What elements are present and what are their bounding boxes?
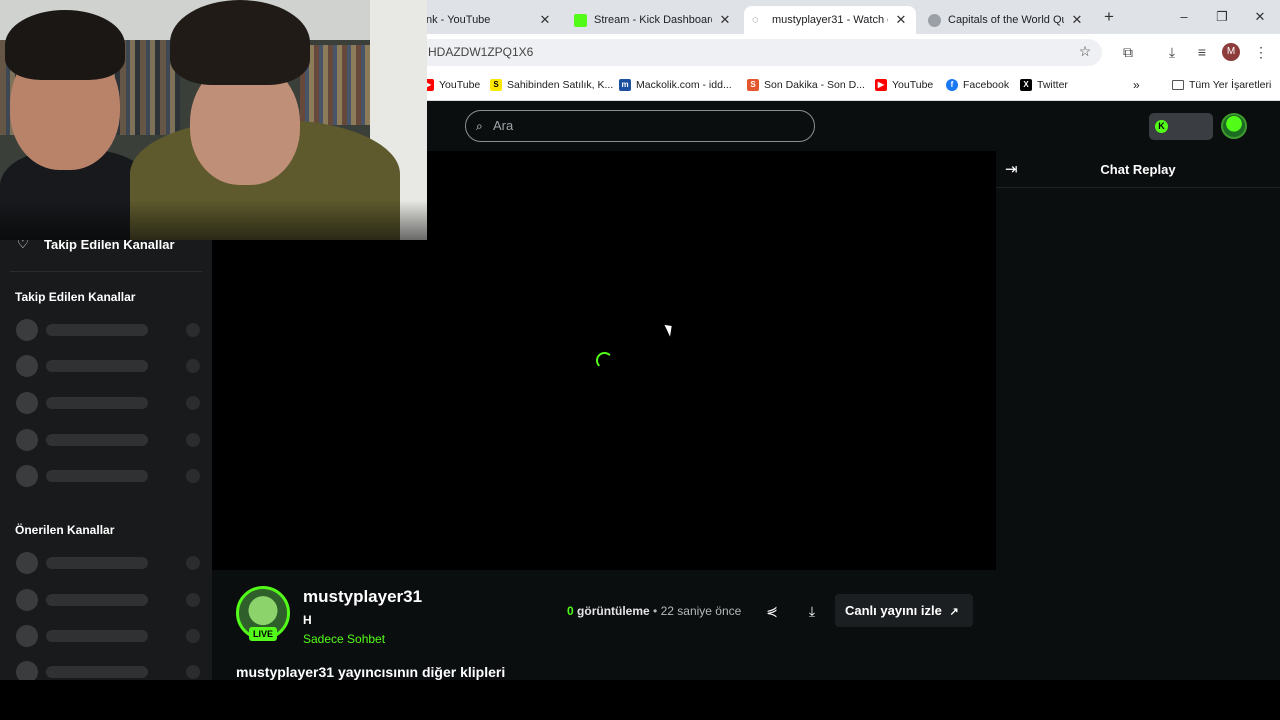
browser-menu-icon[interactable]: ⋮	[1251, 42, 1271, 62]
bookmark-twitter[interactable]: X Twitter	[1020, 77, 1068, 93]
kick-icon	[574, 13, 587, 27]
close-tab-icon[interactable]: ✕	[894, 12, 908, 28]
channel-skeleton	[16, 319, 202, 341]
tab-capitals-quiz[interactable]: Capitals of the World Quiz ✕	[920, 6, 1092, 34]
category-link[interactable]: Sadece Sohbet	[303, 632, 385, 646]
bookmark-facebook[interactable]: f Facebook	[946, 77, 1009, 93]
tab-title: Capitals of the World Quiz	[948, 14, 1064, 26]
channel-skeleton	[16, 625, 202, 647]
bookmark-sondakika[interactable]: S Son Dakika - Son D...	[747, 77, 865, 93]
view-label: görüntüleme	[577, 604, 650, 618]
clip-title: H	[303, 613, 312, 627]
channel-skeleton	[16, 392, 202, 414]
loading-icon: ◌	[752, 13, 759, 26]
profile-avatar[interactable]: M	[1222, 43, 1240, 61]
bookmark-label: Mackolik.com - idd...	[636, 79, 732, 91]
download-icon[interactable]: ⤓	[1162, 42, 1182, 62]
tab-title: nk - YouTube	[426, 14, 491, 26]
time-ago: 22 saniye önce	[660, 604, 742, 618]
external-link-icon: ↗	[949, 606, 959, 618]
minimize-icon[interactable]: –	[1172, 7, 1196, 27]
channel-skeleton	[16, 552, 202, 574]
tab-title: mustyplayer31 - Watch clip	[772, 14, 888, 26]
channel-skeleton	[16, 589, 202, 611]
bookmark-label: Son Dakika - Son D...	[764, 79, 865, 91]
bookmark-label: Facebook	[963, 79, 1010, 91]
user-avatar[interactable]	[1221, 113, 1247, 139]
webcam-shadow	[0, 200, 427, 240]
youtube-icon: ▶	[875, 79, 887, 91]
new-tab-icon[interactable]: +	[1097, 7, 1121, 27]
screen: nk - YouTube ✕ Stream - Kick Dashboard ✕…	[0, 0, 1280, 720]
view-count: 0	[567, 604, 574, 618]
media-control-icon[interactable]: ≡	[1192, 42, 1212, 62]
url-text: HDAZDW1ZPQ1X6	[428, 45, 534, 59]
divider	[10, 271, 202, 272]
kick-wallet-button[interactable]: K	[1149, 113, 1213, 140]
more-clips-heading: mustyplayer31 yayıncısının diğer klipler…	[236, 664, 506, 680]
tab-kick-dashboard[interactable]: Stream - Kick Dashboard ✕	[566, 6, 740, 34]
mackolik-icon: m	[619, 79, 631, 91]
recommended-channels-heading: Önerilen Kanallar	[15, 523, 115, 537]
bookmark-label: Twitter	[1037, 79, 1068, 91]
bookmark-youtube-2[interactable]: ▶ YouTube	[875, 77, 933, 93]
webcam-bookshelf	[300, 45, 375, 125]
bookmark-sahibinden[interactable]: S Sahibinden Satılık, K...	[490, 77, 613, 93]
bookmark-label: Sahibinden Satılık, K...	[507, 79, 614, 91]
loading-spinner-icon	[596, 352, 613, 369]
search-input[interactable]: ⌕ Ara	[465, 110, 815, 142]
extensions-icon[interactable]: ⧉	[1118, 42, 1138, 62]
bookmark-label: YouTube	[439, 79, 481, 91]
collapse-chat-icon[interactable]: ⇥	[1005, 160, 1018, 178]
download-clip-icon[interactable]: ⤓	[801, 600, 823, 622]
live-badge: LIVE	[249, 627, 277, 641]
letterbox-bar	[0, 680, 1280, 720]
webcam-person	[170, 0, 310, 85]
restore-icon[interactable]: ❐	[1210, 7, 1234, 27]
bookmark-youtube[interactable]: ▶ YouTube	[422, 77, 480, 93]
channel-name[interactable]: mustyplayer31	[303, 587, 422, 607]
globe-icon	[928, 13, 941, 27]
folder-icon	[1172, 80, 1184, 90]
sahibinden-icon: S	[490, 79, 502, 91]
channel-skeleton	[16, 429, 202, 451]
search-icon: ⌕	[476, 119, 483, 133]
more-bookmarks-icon[interactable]: »	[1133, 77, 1140, 93]
close-tab-icon[interactable]: ✕	[538, 12, 552, 28]
watch-live-label: Canlı yayını izle	[845, 603, 942, 618]
address-bar[interactable]: HDAZDW1ZPQ1X6	[410, 39, 1102, 66]
close-tab-icon[interactable]: ✕	[718, 12, 732, 28]
chat-header: Chat Replay ⇥	[996, 151, 1280, 188]
close-window-icon[interactable]: ✕	[1248, 7, 1272, 27]
webcam-person	[5, 10, 125, 80]
channel-skeleton	[16, 355, 202, 377]
webcam-overlay	[0, 0, 427, 240]
x-icon: X	[1020, 79, 1032, 91]
tab-watch-clip[interactable]: ◌ mustyplayer31 - Watch clip ✕	[744, 6, 916, 34]
separator: •	[653, 604, 658, 618]
chat-title: Chat Replay	[1100, 162, 1176, 177]
tab-title: Stream - Kick Dashboard	[594, 14, 712, 26]
close-tab-icon[interactable]: ✕	[1070, 12, 1084, 28]
watch-live-button[interactable]: Canlı yayını izle ↗	[835, 594, 973, 627]
all-bookmarks[interactable]: Tüm Yer İşaretleri	[1172, 77, 1271, 93]
all-bookmarks-label: Tüm Yer İşaretleri	[1189, 79, 1272, 91]
chat-panel: Chat Replay ⇥	[996, 151, 1280, 680]
facebook-icon: f	[946, 79, 958, 91]
sondakika-icon: S	[747, 79, 759, 91]
bookmark-label: YouTube	[892, 79, 934, 91]
clip-stats: 0 görüntüleme • 22 saniye önce	[567, 604, 741, 618]
channel-skeleton	[16, 465, 202, 487]
followed-channels-heading: Takip Edilen Kanallar	[15, 290, 136, 304]
bookmark-star-icon[interactable]: ☆	[1075, 41, 1095, 61]
share-icon[interactable]: ⋞	[761, 600, 783, 622]
kick-logo-icon: K	[1155, 120, 1168, 133]
tab-youtube[interactable]: nk - YouTube ✕	[418, 6, 560, 34]
bookmark-mackolik[interactable]: m Mackolik.com - idd...	[619, 77, 732, 93]
mouse-cursor-icon	[664, 322, 676, 337]
search-placeholder: Ara	[493, 118, 514, 133]
